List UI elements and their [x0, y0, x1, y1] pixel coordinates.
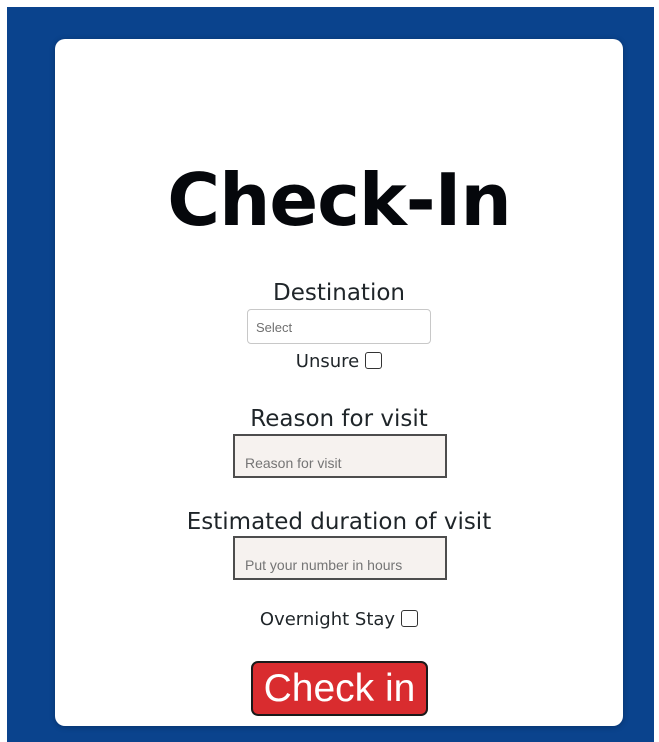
- duration-input[interactable]: [233, 536, 447, 580]
- overnight-checkbox[interactable]: [401, 610, 419, 627]
- unsure-checkbox[interactable]: [365, 352, 383, 369]
- destination-label: Destination: [273, 280, 405, 306]
- check-in-button[interactable]: Check in: [251, 661, 428, 716]
- overnight-row: Overnight Stay: [55, 609, 623, 632]
- page-title: Check-In: [167, 158, 511, 242]
- reason-input[interactable]: [233, 434, 447, 478]
- duration-label: Estimated duration of visit: [186, 509, 492, 535]
- unsure-row: Unsure: [55, 351, 623, 374]
- destination-select-value: Select: [256, 320, 293, 335]
- page-background: Check-In Destination Select Unsure Reaso…: [7, 7, 654, 742]
- destination-select[interactable]: Select: [247, 309, 431, 344]
- unsure-label: Unsure: [295, 351, 360, 372]
- checkin-card: Check-In Destination Select Unsure Reaso…: [55, 39, 623, 726]
- reason-label: Reason for visit: [250, 406, 428, 432]
- overnight-label: Overnight Stay: [259, 609, 396, 630]
